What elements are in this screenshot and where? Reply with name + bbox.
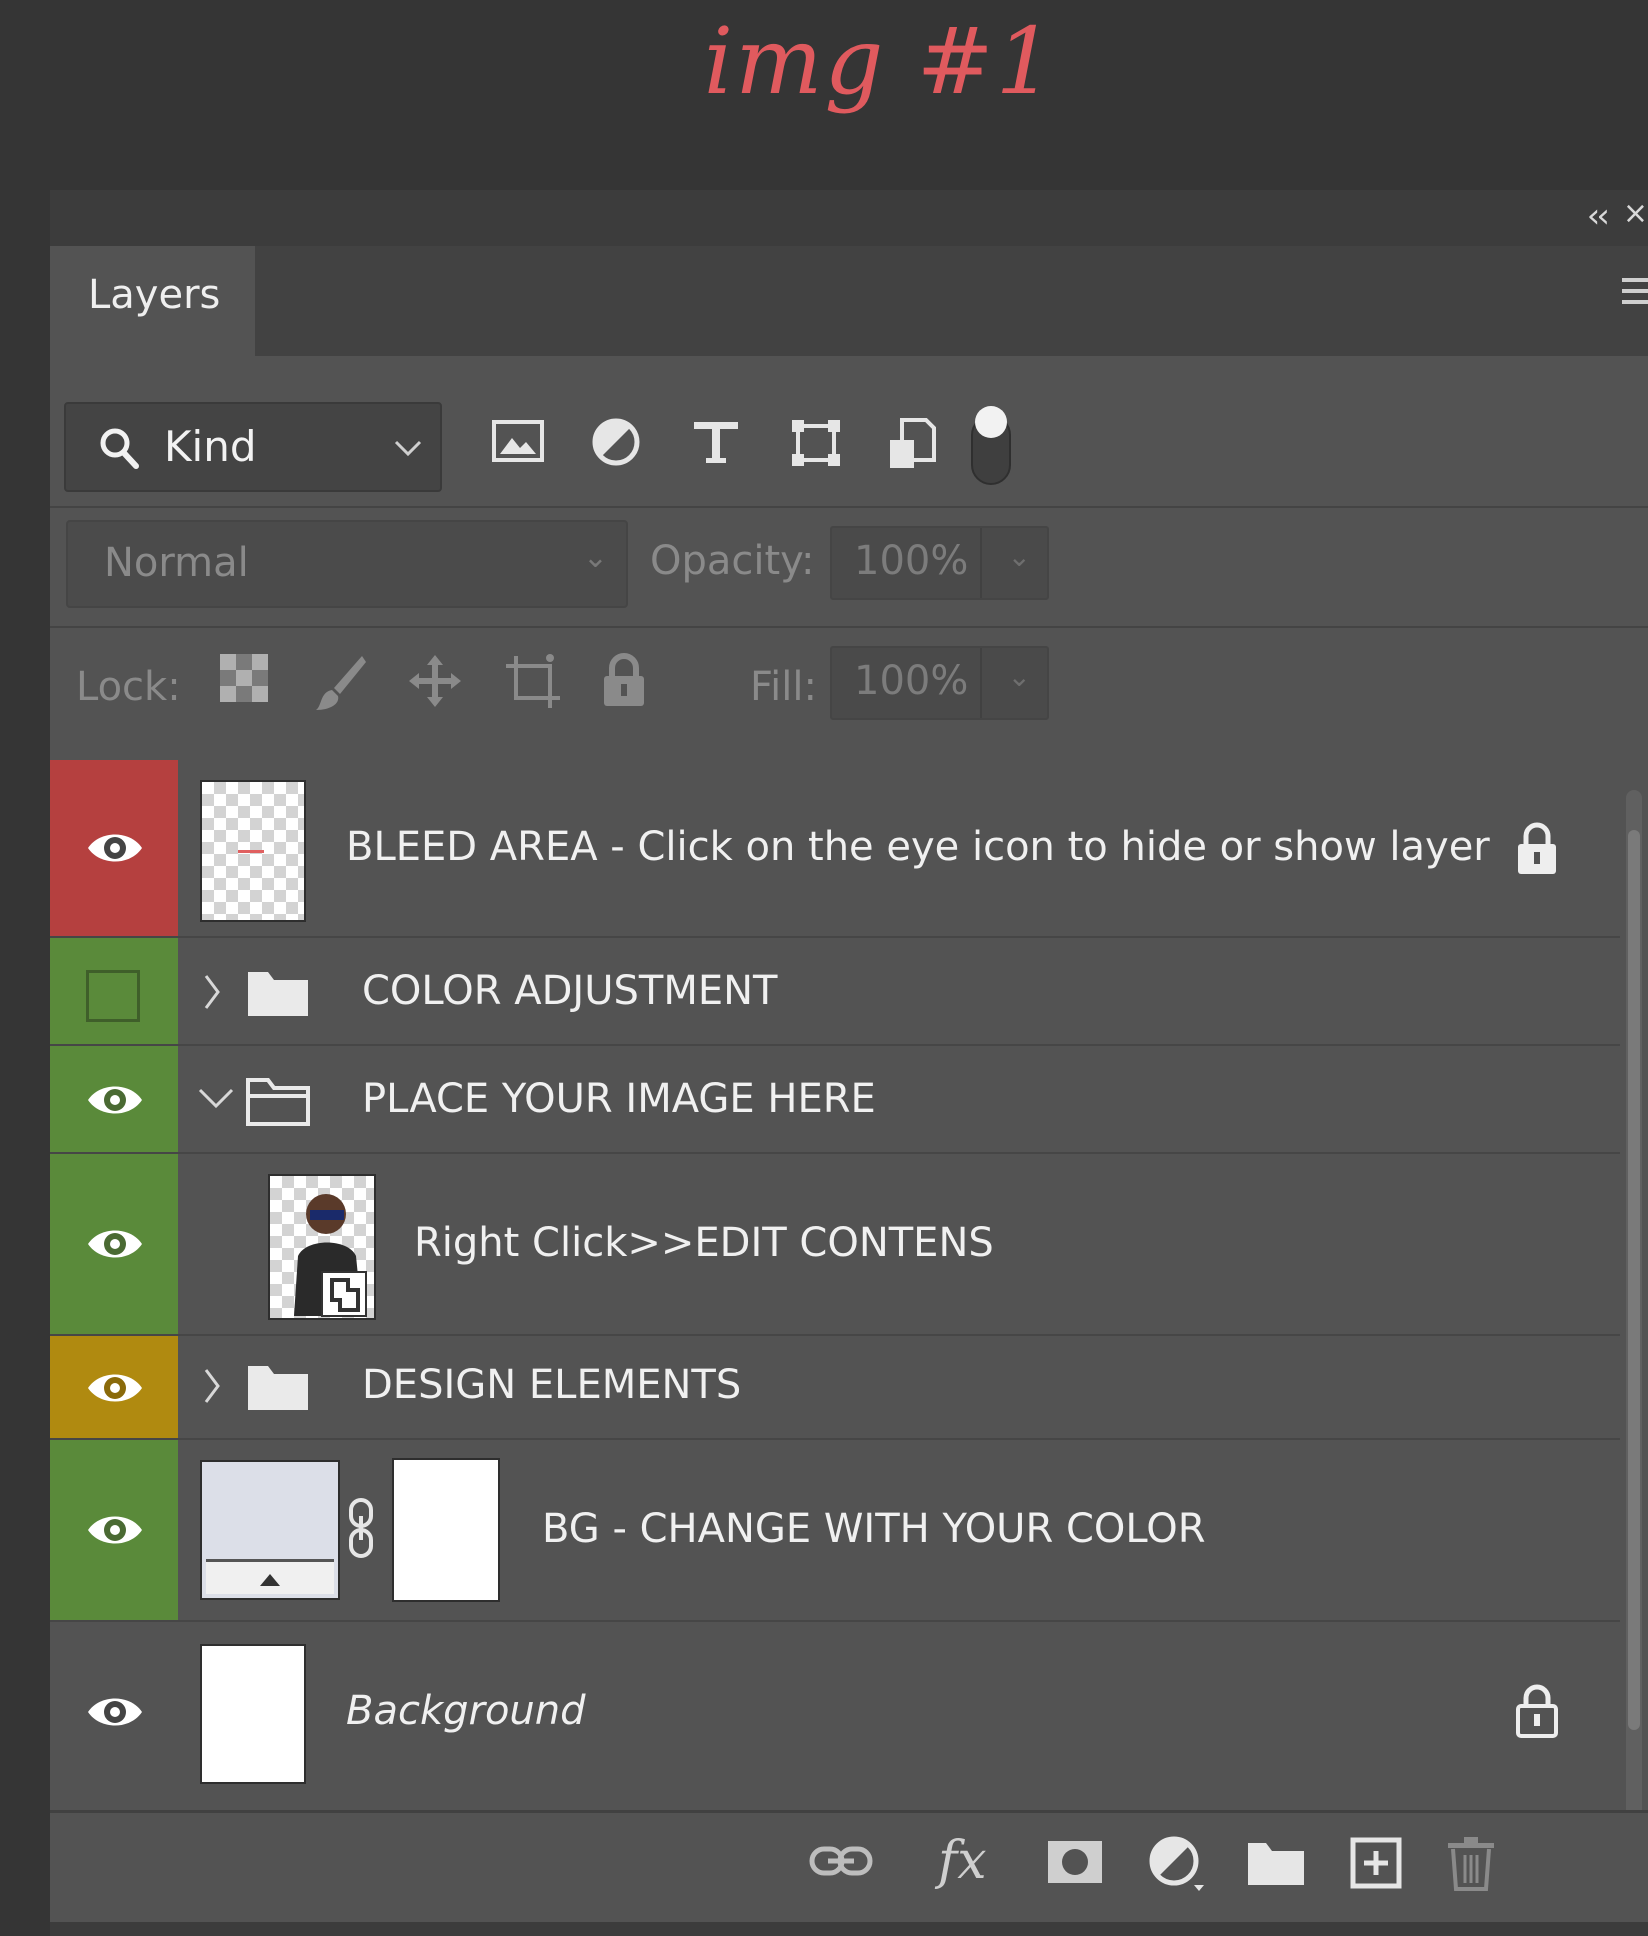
- layers-panel: ‹‹ × Layers Kind Normal ⌄ Opacity: 100% …: [50, 190, 1648, 1936]
- layer-row[interactable]: Background: [50, 1622, 1620, 1800]
- type-layer-filter-icon[interactable]: [690, 416, 742, 468]
- blend-mode-select[interactable]: Normal ⌄: [66, 520, 628, 608]
- annotation-title: img #1: [703, 8, 1057, 115]
- scrollbar-thumb[interactable]: [1628, 830, 1640, 1730]
- layer-name[interactable]: Background: [346, 1688, 586, 1734]
- tab-layers[interactable]: Layers: [50, 246, 255, 364]
- layer-thumbnail: [200, 780, 306, 922]
- layer-name[interactable]: PLACE YOUR IMAGE HERE: [362, 1076, 876, 1122]
- bottom-toolbar: fx: [50, 1810, 1648, 1925]
- open-folder-icon: [246, 1078, 310, 1126]
- chevron-down-icon[interactable]: [196, 1086, 236, 1110]
- lock-label: Lock:: [76, 664, 181, 710]
- lock-all-icon[interactable]: [600, 652, 648, 708]
- tab-layers-label: Layers: [88, 272, 221, 318]
- filter-toggle-switch[interactable]: [968, 402, 1014, 488]
- eye-icon[interactable]: [86, 1080, 144, 1120]
- eye-icon[interactable]: [86, 1368, 144, 1408]
- eye-icon[interactable]: [86, 1224, 144, 1264]
- lock-image-pixels-icon[interactable]: [312, 652, 368, 712]
- new-layer-icon[interactable]: [1350, 1837, 1402, 1889]
- new-adjustment-icon[interactable]: [1146, 1833, 1208, 1895]
- visibility-toggle-off[interactable]: [86, 970, 140, 1022]
- divider: [50, 626, 1648, 628]
- layer-name[interactable]: Right Click>>EDIT CONTENS: [414, 1220, 994, 1266]
- eye-icon[interactable]: [86, 1510, 144, 1550]
- tab-bar: Layers: [50, 246, 1648, 364]
- eye-icon[interactable]: [86, 1692, 144, 1732]
- chevron-down-icon: ⌄: [582, 540, 608, 575]
- close-icon[interactable]: ×: [1623, 196, 1648, 231]
- kind-filter-label: Kind: [164, 422, 257, 471]
- layer-row[interactable]: BLEED AREA - Click on the eye icon to hi…: [50, 760, 1620, 938]
- panel-menu-icon[interactable]: [1622, 278, 1648, 318]
- lock-icon: [1518, 822, 1556, 874]
- eye-icon[interactable]: [86, 828, 144, 868]
- opacity-input[interactable]: 100% ⌄: [830, 526, 1049, 600]
- adjustment-layer-filter-icon[interactable]: [590, 416, 642, 468]
- opacity-value: 100%: [854, 538, 969, 584]
- folder-icon: [248, 1366, 308, 1410]
- smart-object-filter-icon[interactable]: [886, 416, 938, 472]
- chain-link-icon[interactable]: [346, 1496, 376, 1560]
- fill-label: Fill:: [750, 664, 817, 710]
- layer-row[interactable]: PLACE YOUR IMAGE HERE: [50, 1046, 1620, 1154]
- layer-name[interactable]: DESIGN ELEMENTS: [362, 1362, 741, 1408]
- divider: [50, 506, 1648, 508]
- lock-artboard-icon[interactable]: [502, 652, 564, 712]
- layers-scrollbar[interactable]: [1626, 790, 1642, 1850]
- blend-mode-label: Normal: [104, 540, 249, 586]
- panel-bottom-edge: [50, 1922, 1648, 1936]
- layer-row[interactable]: Right Click>>EDIT CONTENS: [50, 1154, 1620, 1336]
- chevron-down-icon[interactable]: ⌄: [1008, 540, 1031, 573]
- layer-row[interactable]: DESIGN ELEMENTS: [50, 1336, 1620, 1440]
- chevron-right-icon[interactable]: [202, 1366, 222, 1406]
- filter-row: Kind: [50, 402, 1648, 492]
- folder-icon: [248, 972, 308, 1016]
- lock-icon: [1516, 1684, 1558, 1738]
- opacity-label: Opacity:: [650, 538, 815, 584]
- panel-top-bar: ‹‹ ×: [50, 190, 1648, 246]
- layer-row[interactable]: COLOR ADJUSTMENT: [50, 938, 1620, 1046]
- layer-name[interactable]: BLEED AREA - Click on the eye icon to hi…: [346, 824, 1490, 870]
- fill-layer-thumbnail: [200, 1460, 340, 1600]
- fill-input[interactable]: 100% ⌄: [830, 646, 1049, 720]
- layer-name[interactable]: COLOR ADJUSTMENT: [362, 968, 777, 1014]
- link-layers-icon[interactable]: [808, 1839, 874, 1883]
- chevron-down-icon: [394, 440, 422, 457]
- layer-name[interactable]: BG - CHANGE WITH YOUR COLOR: [542, 1506, 1206, 1552]
- chevron-right-icon[interactable]: [202, 972, 222, 1012]
- collapse-panel-icon[interactable]: ‹‹: [1587, 196, 1610, 236]
- add-mask-icon[interactable]: [1046, 1839, 1104, 1885]
- lock-row: Lock: Fill: 100% ⌄: [50, 640, 1648, 730]
- pixel-layer-filter-icon[interactable]: [490, 416, 546, 466]
- search-icon: [100, 428, 139, 469]
- layer-row[interactable]: BG - CHANGE WITH YOUR COLOR: [50, 1440, 1620, 1622]
- layer-thumbnail: [200, 1644, 306, 1784]
- fill-value: 100%: [854, 658, 969, 704]
- shape-layer-filter-icon[interactable]: [788, 416, 844, 470]
- kind-filter-select[interactable]: Kind: [64, 402, 442, 492]
- layer-mask-thumbnail[interactable]: [392, 1458, 500, 1602]
- new-group-icon[interactable]: [1246, 1839, 1306, 1887]
- delete-layer-icon[interactable]: [1446, 1835, 1496, 1891]
- lock-transparent-pixels-icon[interactable]: [218, 652, 270, 704]
- chevron-down-icon[interactable]: ⌄: [1008, 660, 1031, 693]
- fx-icon[interactable]: fx: [938, 1831, 987, 1891]
- lock-position-icon[interactable]: [406, 652, 464, 710]
- smart-object-thumbnail: [268, 1174, 376, 1320]
- blend-row: Normal ⌄ Opacity: 100% ⌄: [50, 520, 1648, 610]
